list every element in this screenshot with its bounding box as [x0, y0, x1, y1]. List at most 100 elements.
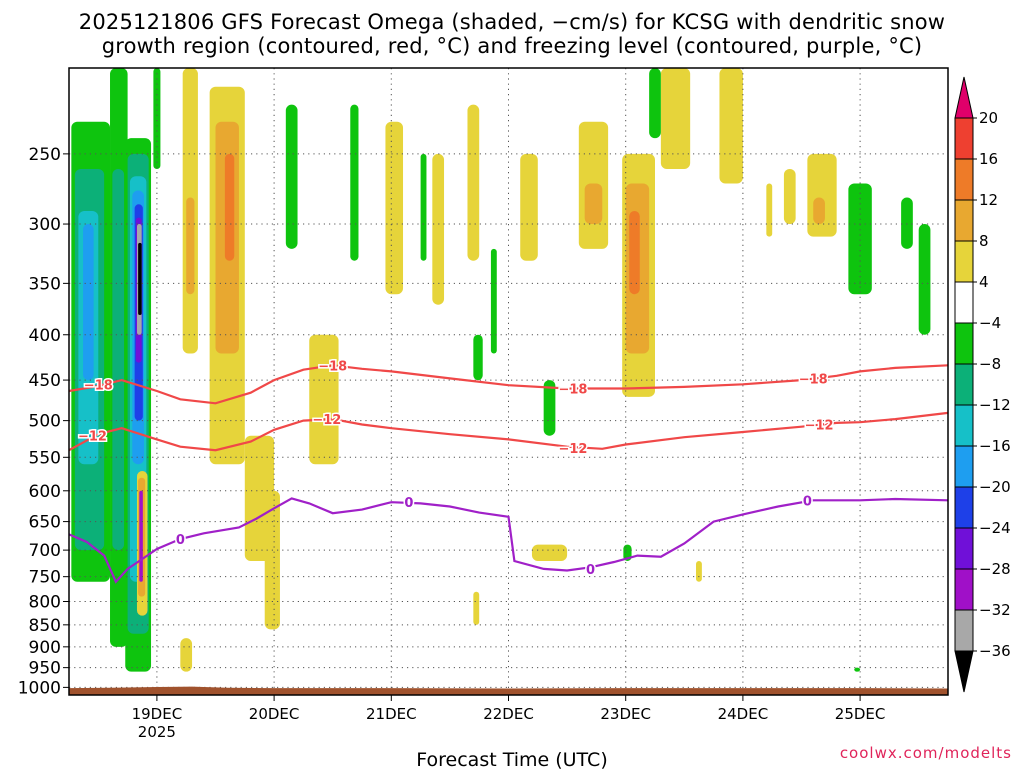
omega-cell: [139, 490, 143, 582]
contour-label: −12: [312, 413, 341, 428]
colorbar-label: −20: [979, 478, 1011, 496]
omega-cell: [531, 544, 568, 561]
omega-cell: [696, 560, 702, 582]
x-tick-label: 19DEC: [132, 705, 183, 723]
y-tick-label: 300: [29, 215, 61, 235]
colorbar-label: 4: [979, 273, 989, 291]
colorbar-swatch: [954, 650, 974, 693]
omega-cell: [766, 183, 773, 237]
y-tick-label: 450: [29, 371, 61, 391]
colorbar-label: −4: [979, 314, 1001, 332]
omega-cell: [309, 334, 339, 465]
contour-label: −12: [78, 430, 107, 445]
x-axis: 19DEC 20DEC 21DEC 22DEC 23DEC 24DEC 25DEC 2025: [132, 695, 886, 741]
colorbar-swatch: [954, 322, 974, 365]
omega-cell: [186, 197, 195, 295]
colorbar-label: 16: [979, 150, 998, 168]
colorbar-label: 12: [979, 191, 998, 209]
contour-label: 0: [803, 494, 812, 509]
y-tick-label: 600: [29, 482, 61, 502]
colorbar-label: −36: [979, 642, 1011, 660]
omega-cell: [83, 224, 94, 381]
omega-cell: [584, 183, 603, 225]
colorbar-swatch: [954, 158, 974, 201]
omega-cell: [629, 210, 640, 295]
x-tick-label: 22DEC: [483, 705, 534, 723]
y-tick-label: 850: [29, 616, 61, 636]
colorbar-swatch: [954, 76, 974, 119]
contour-label: −12: [805, 418, 834, 433]
omega-cell: [783, 168, 796, 225]
colorbar-swatch: [954, 404, 974, 447]
colorbar-label: −12: [979, 396, 1011, 414]
omega-cell: [112, 168, 125, 551]
y-tick-label: 400: [29, 326, 61, 346]
colorbar-label: −8: [979, 355, 1001, 373]
colorbar-swatch: [954, 281, 974, 324]
omega-cell: [467, 104, 480, 261]
omega-cell: [350, 104, 359, 261]
contour-label: −18: [558, 383, 587, 398]
y-tick-label: 950: [29, 659, 61, 679]
y-tick-label: 700: [29, 541, 61, 561]
contour-label: 0: [404, 496, 413, 511]
colorbar-swatch: [954, 117, 974, 160]
y-tick-label: 650: [29, 513, 61, 533]
credit-link[interactable]: coolwx.com/modelts: [840, 744, 1012, 762]
colorbar-label: 8: [979, 232, 989, 250]
omega-cell: [138, 242, 142, 316]
omega-cell: [719, 68, 743, 184]
omega-cell: [473, 591, 480, 625]
y-axis: 2503003504004505005506006507007508008509…: [18, 145, 69, 698]
y-tick-label: 900: [29, 638, 61, 658]
omega-cell: [807, 153, 837, 237]
contour-label: −12: [558, 442, 587, 457]
contour-label: 0: [586, 563, 595, 578]
colorbar-swatch: [954, 527, 974, 570]
colorbar-swatch: [954, 363, 974, 406]
omega-cell: [813, 197, 825, 225]
colorbar-swatch: [954, 445, 974, 488]
omega-cell: [473, 334, 483, 381]
omega-cell: [153, 68, 161, 169]
omega-cell: [385, 121, 404, 295]
y-tick-label: 800: [29, 593, 61, 613]
omega-cell: [854, 667, 861, 672]
colorbar-label: −28: [979, 560, 1011, 578]
omega-cell: [420, 153, 427, 261]
omega-cell: [918, 224, 931, 335]
omega-cell: [520, 153, 538, 261]
colorbar-swatch: [954, 568, 974, 611]
colorbar-swatch: [954, 486, 974, 529]
colorbar-label: 20: [979, 109, 998, 127]
omega-cell: [490, 248, 497, 354]
omega-cell: [901, 197, 913, 249]
colorbar-swatch: [954, 240, 974, 283]
colorbar-swatch: [954, 609, 974, 652]
omega-cell: [224, 153, 235, 261]
contour-label: 0: [176, 533, 185, 548]
x-tick-label: 20DEC: [249, 705, 300, 723]
x-tick-label: 24DEC: [718, 705, 769, 723]
x-tick-label: 25DEC: [835, 705, 886, 723]
contour-label: −18: [799, 372, 828, 387]
y-tick-label: 1000: [18, 678, 61, 698]
omega-cell: [285, 104, 298, 249]
y-tick-label: 250: [29, 145, 61, 165]
colorbar-swatch: [954, 199, 974, 242]
omega-cell: [432, 153, 445, 305]
omega-cell: [660, 68, 691, 169]
omega-cell: [848, 183, 872, 295]
y-tick-label: 750: [29, 568, 61, 588]
omega-cell: [649, 68, 661, 139]
contour-label: −18: [318, 359, 347, 374]
y-tick-label: 500: [29, 412, 61, 432]
x-year-label: 2025: [138, 723, 176, 741]
x-tick-label: 21DEC: [366, 705, 417, 723]
contour-label: −18: [84, 378, 113, 393]
colorbar: 20 16 12 8 4 −4 −8 −12 −16 −20 −24 −28 −32 −36: [954, 76, 1011, 693]
colorbar-label: −32: [979, 601, 1011, 619]
omega-time-height-chart: −18 −18 −18 −18 −12 −12 −12 −12 0 0 0 0 250 300 350 40…: [18, 67, 1011, 741]
y-tick-label: 350: [29, 274, 61, 294]
x-tick-label: 23DEC: [600, 705, 651, 723]
